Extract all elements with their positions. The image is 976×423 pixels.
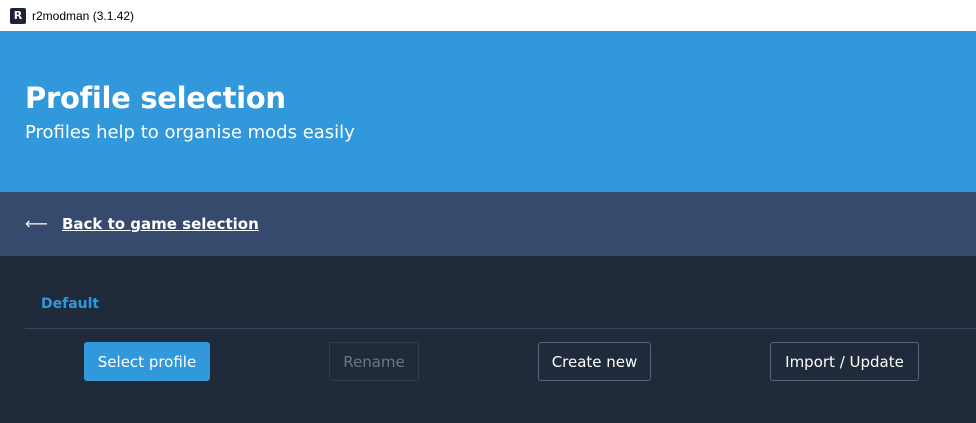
window-title: r2modman (3.1.42) — [32, 8, 135, 23]
window-titlebar: R r2modman (3.1.42) — [0, 0, 976, 31]
profile-item-default[interactable]: Default — [41, 296, 99, 312]
import-update-button[interactable]: Import / Update — [770, 342, 919, 381]
hero-banner: Profile selection Profiles help to organ… — [0, 31, 976, 192]
app-logo-icon: R — [10, 7, 26, 24]
rename-button[interactable]: Rename — [329, 342, 419, 381]
page-subtitle: Profiles help to organise mods easily — [25, 122, 355, 143]
page-title: Profile selection — [25, 81, 286, 115]
select-profile-button[interactable]: Select profile — [84, 342, 210, 381]
profile-list: Default Select profile Rename Create new… — [0, 256, 976, 423]
left-arrow-icon[interactable]: ⟵ — [25, 216, 48, 232]
back-to-game-selection-link[interactable]: Back to game selection — [62, 215, 259, 233]
back-navigation-bar: ⟵ Back to game selection — [0, 192, 976, 256]
create-new-button[interactable]: Create new — [538, 342, 651, 381]
divider — [25, 328, 976, 329]
